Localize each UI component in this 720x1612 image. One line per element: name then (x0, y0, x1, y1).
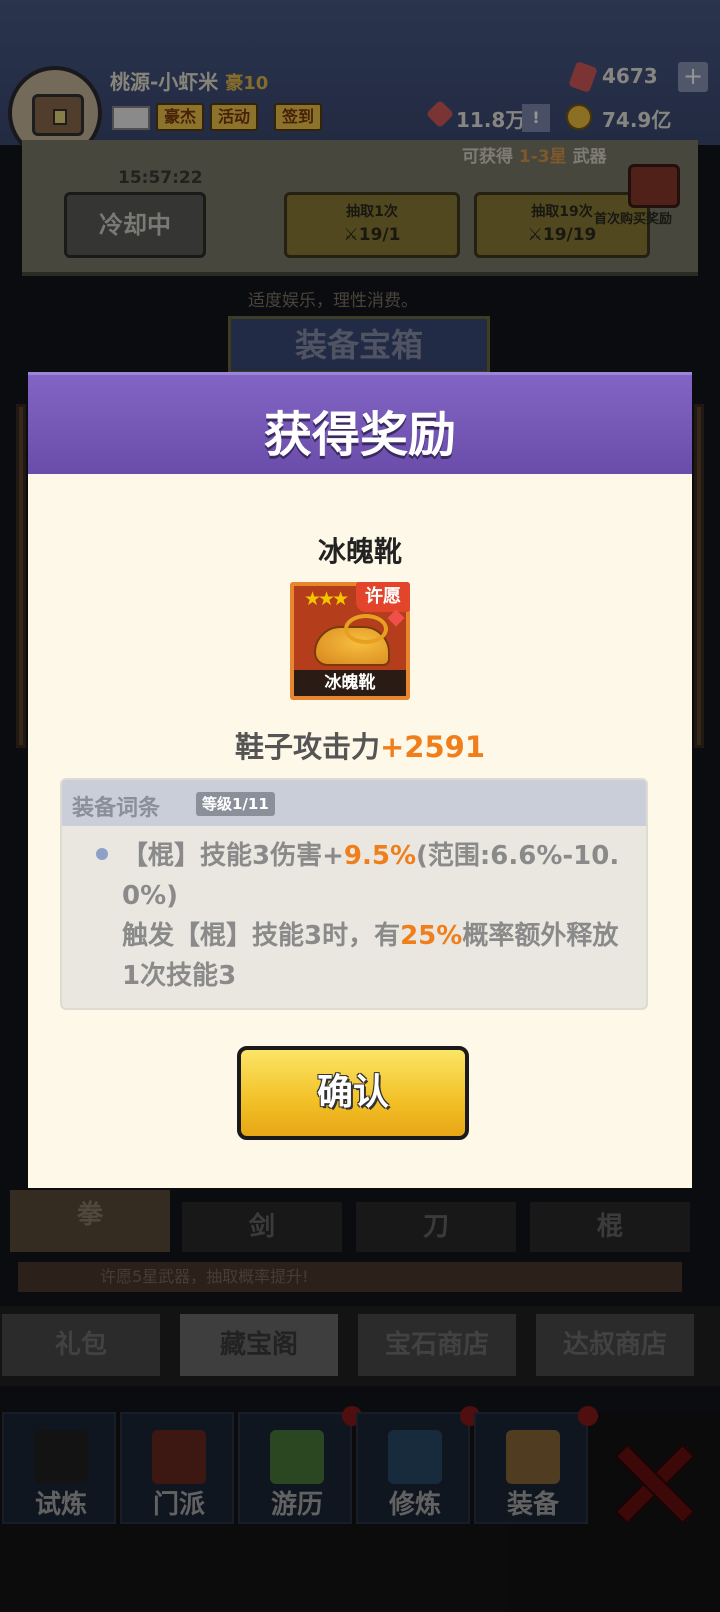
affix-line2-a: 触发【棍】技能3时，有 (122, 921, 401, 951)
modal-header: 获得奖励 (28, 372, 692, 474)
affix-panel: 装备词条 等级1/11 【棍】技能3伤害+9.5%(范围:6.6%-10.0%)… (60, 778, 648, 1010)
affix-header: 装备词条 等级1/11 (62, 780, 646, 826)
item-card-label: 冰魄靴 (294, 670, 406, 696)
affix-line1-highlight: 9.5% (343, 841, 416, 871)
affix-description: 【棍】技能3伤害+9.5%(范围:6.6%-10.0%) 触发【棍】技能3时，有… (122, 836, 632, 996)
boot-icon (314, 614, 390, 666)
bullet-icon (96, 848, 108, 860)
modal-title: 获得奖励 (263, 407, 456, 463)
affix-level-badge: 等级1/11 (196, 792, 275, 816)
reward-modal: 获得奖励 冰魄靴 ★★★ 许愿 冰魄靴 鞋子攻击力+2591 装备词条 等级1/… (28, 372, 692, 1188)
star-rating: ★★★ (304, 588, 349, 610)
stat-label: 鞋子攻击力 (234, 730, 380, 764)
affix-title: 装备词条 (72, 796, 161, 821)
wish-badge: 许愿 (356, 582, 410, 612)
affix-line1-a: 【棍】技能3伤害+ (122, 841, 344, 871)
item-name: 冰魄靴 (317, 535, 402, 568)
gem-small-icon (387, 609, 405, 627)
stat-value: +2591 (380, 730, 486, 764)
item-card[interactable]: ★★★ 许愿 冰魄靴 (290, 582, 410, 700)
confirm-button[interactable]: 确认 (237, 1046, 469, 1140)
item-stat: 鞋子攻击力+2591 (28, 724, 692, 766)
affix-line2-highlight: 25% (400, 921, 463, 951)
